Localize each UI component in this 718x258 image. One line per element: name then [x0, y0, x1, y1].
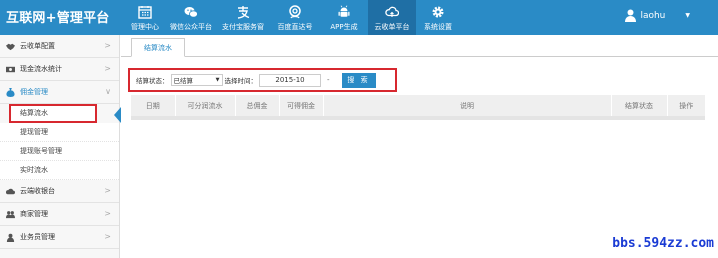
cloud-icon	[6, 188, 15, 194]
nav-item-alipay[interactable]: 支付宝服务窗	[216, 0, 270, 35]
user-name: laohu	[640, 10, 666, 21]
nav-label: 百度直达号	[277, 23, 313, 31]
column-header-settle-status: 结算状态	[611, 95, 668, 116]
nav-item-wechat[interactable]: 微信公众平台	[166, 0, 216, 35]
time-input-value: 2015-10	[275, 76, 305, 84]
column-header-date: 日期	[131, 95, 176, 116]
column-header-actions: 操作	[667, 95, 705, 116]
sidebar-item-label: 云收单配置	[20, 42, 55, 50]
nav-label: 微信公众平台	[170, 23, 212, 31]
tab-label: 结算流水	[144, 43, 172, 52]
chevron-right-icon: >	[104, 186, 111, 195]
chevron-right-icon: >	[104, 232, 111, 241]
filter-bar: 结算状态： 已结算 ▼ 选择时间： 2015-10 - 搜 索	[128, 68, 397, 92]
sidebar-item-commission[interactable]: 佣金管理 ∨	[0, 81, 119, 104]
nav-label: 系统设置	[424, 23, 452, 31]
sidebar: 云收单配置 > 现金流水统计 > 佣金管理 ∨ 结算流水 提现管理 提现账号管理…	[0, 35, 120, 258]
alipay-icon	[237, 6, 250, 19]
time-input[interactable]: 2015-10	[259, 73, 321, 87]
sidebar-item-cloud-cashier[interactable]: 云端收银台 >	[0, 180, 119, 203]
sidebar-subitem-label: 结算流水	[20, 109, 48, 117]
search-button[interactable]: 搜 索	[341, 72, 376, 88]
sidebar-item-label: 现金流水统计	[20, 65, 62, 73]
sidebar-subitem-settlement-flow[interactable]: 结算流水	[9, 104, 97, 123]
nav-item-cloud-acquiring[interactable]: 云收单平台	[368, 0, 416, 35]
sidebar-subitem-label: 实时流水	[20, 166, 48, 174]
chevron-down-icon: ▼	[685, 12, 690, 19]
tab-settlement-flow[interactable]: 结算流水	[131, 38, 185, 57]
column-header-total-commission: 总佣金	[235, 95, 280, 116]
sidebar-item-salesman[interactable]: 业务员管理 >	[0, 226, 119, 249]
status-select-value: 已结算	[173, 77, 194, 85]
chevron-down-icon: ∨	[105, 87, 111, 96]
settlement-table: 日期 可分润流水 总佣金 可得佣金 说明 结算状态 操作	[131, 95, 705, 116]
nav-item-system-settings[interactable]: 系统设置	[416, 0, 460, 35]
sidebar-subitem-label: 提现账号管理	[20, 147, 62, 155]
user-menu[interactable]: laohu ▼	[625, 9, 690, 22]
column-header-distributable-flow: 可分润流水	[175, 95, 236, 116]
column-header-earned-commission: 可得佣金	[279, 95, 324, 116]
dropdown-arrow-icon: ▼	[215, 77, 220, 83]
app-title: 互联网+管理平台	[6, 11, 110, 26]
user-icon	[6, 233, 15, 242]
status-label: 结算状态：	[136, 77, 169, 85]
range-dash: -	[327, 76, 330, 84]
chevron-right-icon: >	[104, 64, 111, 73]
nav-label: APP生成	[330, 23, 358, 31]
sidebar-item-label: 业务员管理	[20, 233, 55, 241]
search-button-label: 搜 索	[347, 76, 370, 84]
cash-icon	[6, 66, 15, 72]
table-header-row: 日期 可分润流水 总佣金 可得佣金 说明 结算状态 操作	[131, 95, 705, 116]
chevron-right-icon: >	[104, 41, 111, 50]
sidebar-item-label: 佣金管理	[20, 88, 48, 96]
sidebar-item-label: 商家管理	[20, 210, 48, 218]
nav-item-app-builder[interactable]: APP生成	[320, 0, 368, 35]
sidebar-subitem-withdraw-account[interactable]: 提现账号管理	[0, 142, 119, 161]
gear-icon	[432, 6, 444, 18]
nav-label: 管理中心	[131, 23, 159, 31]
column-header-description: 说明	[323, 95, 612, 116]
watermark: bbs.594zz.com	[612, 236, 714, 251]
sidebar-item-cash-stats[interactable]: 现金流水统计 >	[0, 58, 119, 81]
sidebar-item-merchant[interactable]: 商家管理 >	[0, 203, 119, 226]
active-indicator-arrow	[114, 107, 121, 123]
user-avatar-icon	[625, 9, 637, 22]
time-label: 选择时间：	[224, 77, 258, 85]
android-icon	[338, 5, 350, 17]
sidebar-item-cloud-config[interactable]: 云收单配置 >	[0, 35, 119, 58]
chevron-right-icon: >	[104, 209, 111, 218]
cloud-upload-icon	[385, 6, 399, 17]
nav-item-management-center[interactable]: 管理中心	[124, 0, 166, 35]
sidebar-subitem-withdraw-manage[interactable]: 提现管理	[0, 123, 119, 142]
users-icon	[6, 210, 15, 218]
top-nav: 管理中心 微信公众平台 支付宝服务窗 百度直达号 APP生成 云收单平台 系统设…	[124, 0, 460, 35]
baidu-icon	[289, 5, 301, 19]
nav-label: 云收单平台	[374, 23, 410, 31]
sidebar-subitem-realtime-flow[interactable]: 实时流水	[0, 161, 119, 180]
top-bar: 互联网+管理平台 管理中心 微信公众平台 支付宝服务窗 百度直达号 APP生成 …	[0, 0, 718, 35]
nav-item-baidu[interactable]: 百度直达号	[270, 0, 320, 35]
handshake-icon	[6, 43, 15, 50]
sidebar-item-label: 云端收银台	[20, 187, 55, 195]
status-select[interactable]: 已结算 ▼	[170, 74, 223, 86]
money-bag-icon	[6, 87, 15, 97]
tab-bar: 结算流水	[121, 35, 718, 57]
nav-label: 支付宝服务窗	[222, 23, 264, 31]
table-bottom-border	[131, 116, 705, 120]
sidebar-subitem-label: 提现管理	[20, 128, 48, 136]
calendar-grid-icon	[138, 6, 152, 19]
wechat-icon	[184, 7, 198, 18]
